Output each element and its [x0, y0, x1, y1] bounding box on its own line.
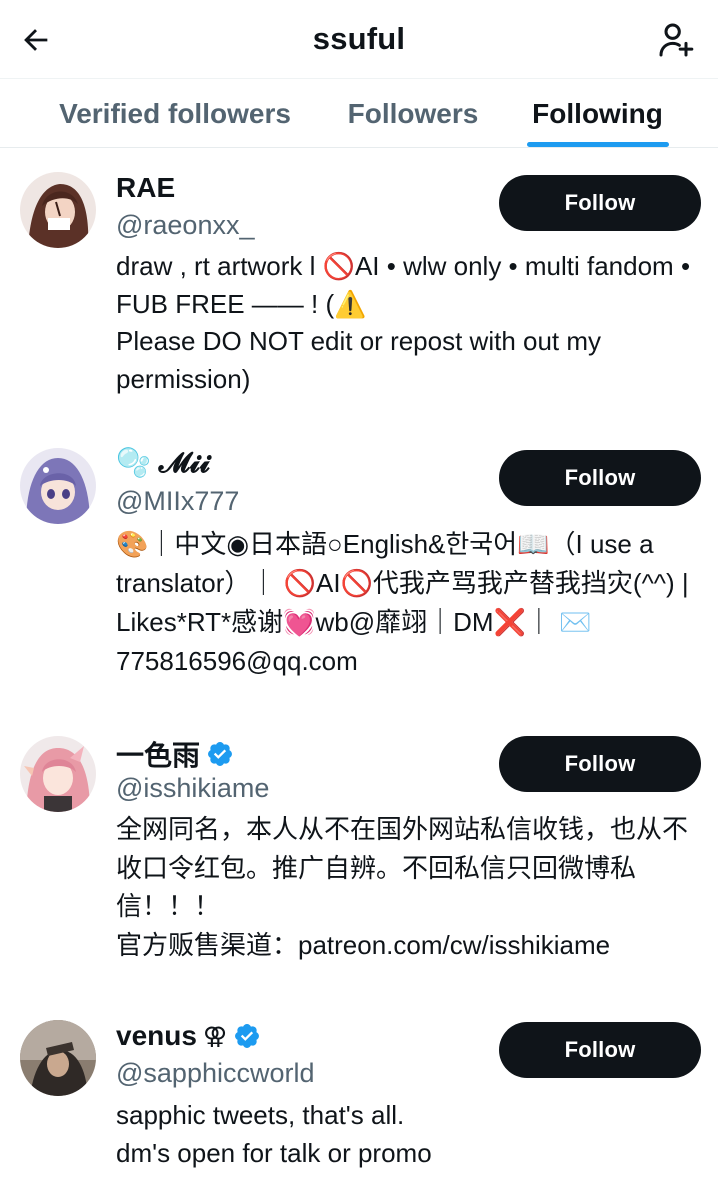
- tab-verified-followers[interactable]: Verified followers: [40, 79, 310, 148]
- avatar[interactable]: [20, 172, 96, 248]
- user-handle[interactable]: @isshikiame: [116, 773, 269, 804]
- avatar-image: [20, 1020, 96, 1096]
- follow-button[interactable]: Follow: [499, 736, 701, 792]
- user-cell-raeonxx[interactable]: RAE @raeonxx_ Follow draw , rt artwork l…: [0, 148, 718, 430]
- verified-badge-icon: [208, 742, 232, 766]
- add-user-button[interactable]: [652, 16, 700, 64]
- display-name-text: 一色雨: [116, 740, 201, 771]
- display-name[interactable]: 一色雨: [116, 734, 234, 774]
- user-bio: draw , rt artwork l 🚫AI • wlw only • mul…: [116, 251, 691, 394]
- display-name-text: venus: [116, 1020, 197, 1051]
- user-bio: 全网同名，本人从不在国外网站私信收钱，也从不收口令红包。推广自辨。不回私信只回微…: [116, 814, 689, 960]
- tab-followers[interactable]: Followers: [330, 79, 496, 148]
- avatar[interactable]: [20, 736, 96, 812]
- user-cell-miix777[interactable]: 🫧 𝓜𝓲𝓲 @MIIx777 Follow 🎨｜中文◉日本語○English&한…: [0, 430, 718, 714]
- top-bar: ssuful: [0, 0, 718, 78]
- verified-badge-icon: [235, 1024, 260, 1048]
- avatar-image: [20, 172, 96, 248]
- user-bio: sapphic tweets, that's all. dm's open fo…: [116, 1100, 432, 1168]
- active-tab-indicator: [527, 142, 669, 147]
- user-bio: 🎨｜中文◉日本語○English&한국어📖（I use a translator…: [116, 529, 689, 676]
- avatar-image: [20, 736, 96, 812]
- tab-bar: Verified followers Followers Following: [0, 78, 718, 148]
- user-handle[interactable]: @MIIx777: [116, 486, 239, 517]
- user-handle[interactable]: @raeonxx_: [116, 210, 254, 241]
- avatar[interactable]: [20, 448, 96, 524]
- user-cell-isshikiame[interactable]: 一色雨 @isshikiame Follow 全网同名，本人从不在国外网站私信收…: [0, 714, 718, 1000]
- venus-symbol: ⚢: [202, 1022, 228, 1050]
- tab-following[interactable]: Following: [515, 79, 680, 148]
- display-name[interactable]: 🫧 𝓜𝓲𝓲: [116, 446, 210, 480]
- avatar[interactable]: [20, 1020, 96, 1096]
- follow-button[interactable]: Follow: [499, 450, 701, 506]
- avatar-image: [20, 448, 96, 524]
- user-handle[interactable]: @sapphiccworld: [116, 1058, 315, 1089]
- following-screen: ssuful Verified followers Followers Foll…: [0, 0, 718, 1200]
- display-name[interactable]: venus ⚢: [116, 1020, 261, 1052]
- page-title: ssuful: [312, 21, 406, 56]
- follow-button[interactable]: Follow: [499, 1022, 701, 1078]
- add-user-icon: [659, 23, 694, 57]
- display-name[interactable]: RAE: [116, 172, 175, 204]
- user-cell-sapphiccworld[interactable]: venus ⚢ @sapphiccworld Follow sapphic tw…: [0, 1000, 718, 1200]
- follow-button[interactable]: Follow: [499, 175, 701, 231]
